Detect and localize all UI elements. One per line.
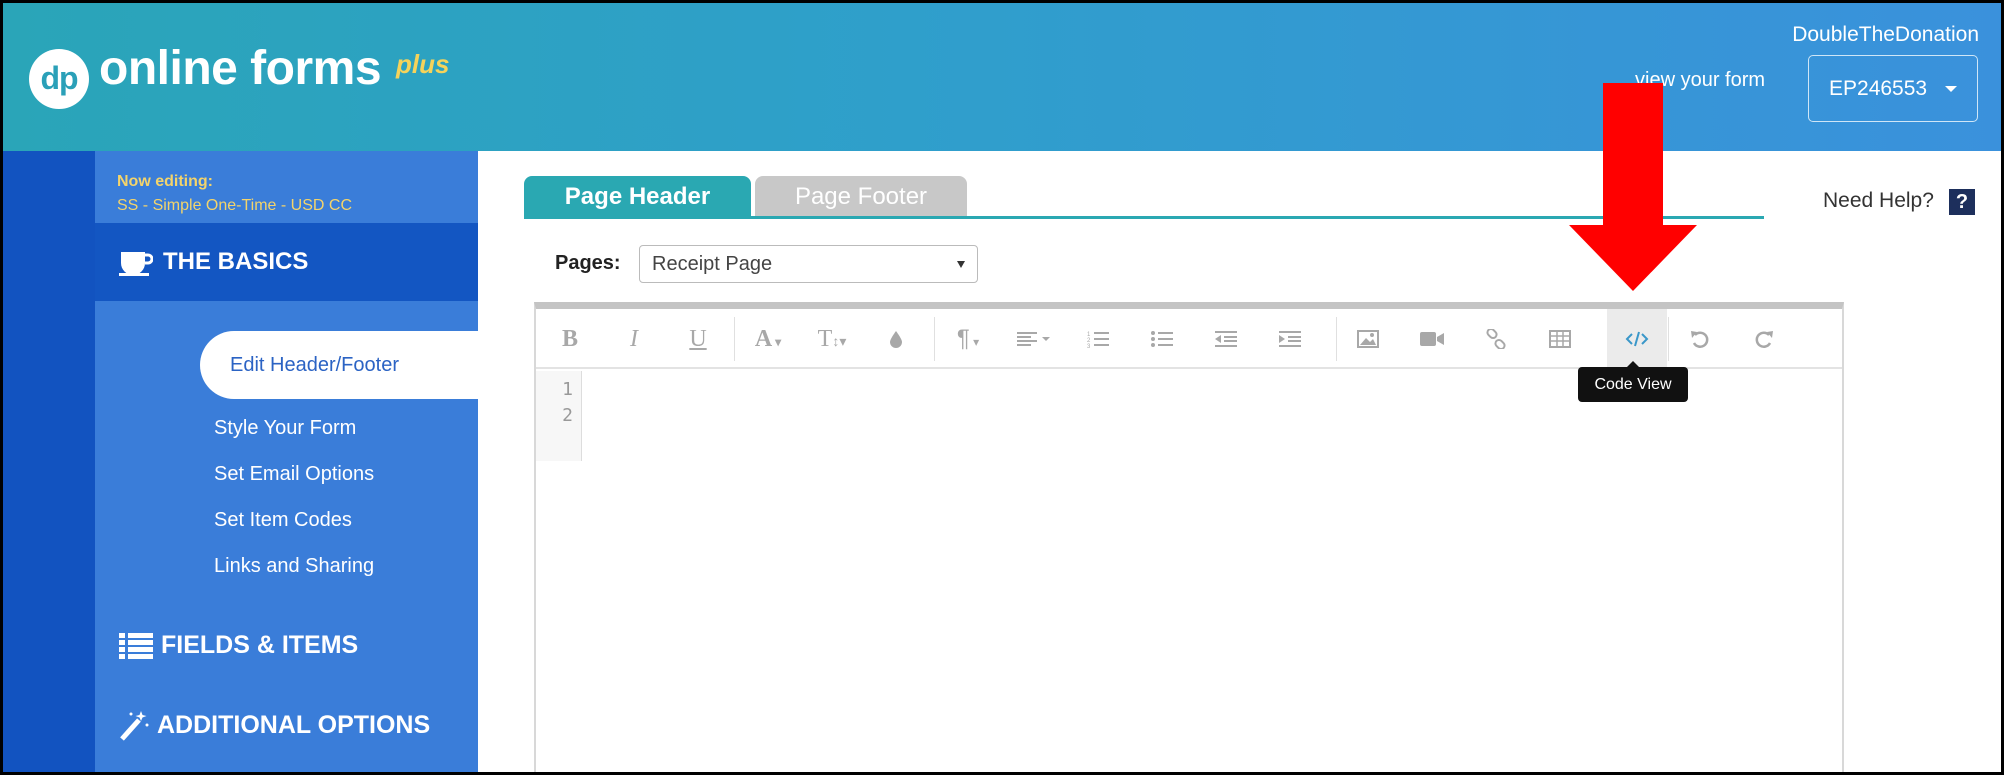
caret-down-icon xyxy=(957,261,965,268)
undo-icon[interactable] xyxy=(1670,309,1730,369)
tab-page-header[interactable]: Page Header xyxy=(524,176,751,218)
video-icon[interactable] xyxy=(1402,309,1462,369)
underline-icon[interactable]: U xyxy=(668,309,728,369)
line-number-gutter: 1 2 xyxy=(536,371,582,461)
editing-form-name: SS - Simple One-Time - USD CC xyxy=(117,197,352,214)
additional-options-label: ADDITIONAL OPTIONS xyxy=(157,710,431,739)
table-icon[interactable] xyxy=(1530,309,1590,369)
screenshot-frame: dp online forms plus DoubleTheDonation v… xyxy=(0,0,2004,775)
line-number: 1 xyxy=(562,379,573,400)
pages-selected-value: Receipt Page xyxy=(652,253,773,275)
paragraph-glyph: ¶ xyxy=(956,325,970,352)
italic-icon[interactable]: I xyxy=(604,309,664,369)
outdent-icon[interactable] xyxy=(1196,309,1256,369)
toolbar-separator xyxy=(934,317,935,361)
editor-toolbar: B I U A ▾ T↕▾ ¶ ▾ 123 xyxy=(536,309,1842,369)
indent-icon[interactable] xyxy=(1260,309,1320,369)
ordered-list-icon[interactable]: 123 xyxy=(1068,309,1128,369)
section-additional-options[interactable]: ADDITIONAL OPTIONS xyxy=(119,709,430,741)
bold-icon[interactable]: B xyxy=(540,309,600,369)
line-number: 2 xyxy=(562,405,573,426)
code-view-icon[interactable] xyxy=(1607,309,1667,369)
section-fields-and-items[interactable]: FIELDS & ITEMS xyxy=(119,631,358,660)
tab-page-footer[interactable]: Page Footer xyxy=(755,176,967,218)
font-size-icon[interactable]: T↕▾ xyxy=(802,309,862,369)
fields-items-label: FIELDS & ITEMS xyxy=(161,631,359,659)
logo-mark[interactable]: dp xyxy=(29,49,89,109)
font-family-glyph: A xyxy=(754,326,773,352)
need-help-label[interactable]: Need Help? xyxy=(1823,189,1934,213)
align-icon[interactable] xyxy=(1004,309,1064,369)
sidebar-outer-strip xyxy=(3,151,95,772)
sidebar-item-set-email-options[interactable]: Set Email Options xyxy=(214,463,374,486)
logo-plus-suffix: plus xyxy=(396,49,450,79)
caret-down-icon xyxy=(1945,86,1957,92)
redo-icon[interactable] xyxy=(1734,309,1794,369)
unordered-list-icon[interactable] xyxy=(1132,309,1192,369)
toolbar-separator xyxy=(1668,317,1669,361)
code-view-tooltip: Code View xyxy=(1578,361,1688,402)
sidebar-item-set-item-codes[interactable]: Set Item Codes xyxy=(214,509,352,532)
paragraph-icon[interactable]: ¶ ▾ xyxy=(938,309,998,369)
svg-text:3: 3 xyxy=(1087,344,1091,348)
pages-label: Pages: xyxy=(555,252,621,274)
magic-wand-icon xyxy=(120,711,149,741)
the-basics-label[interactable]: THE BASICS xyxy=(163,248,308,276)
annotation-arrow-icon xyxy=(1569,83,1697,291)
image-icon[interactable] xyxy=(1338,309,1398,369)
sidebar-item-style-your-form[interactable]: Style Your Form xyxy=(214,417,356,440)
color-icon[interactable] xyxy=(866,309,926,369)
now-editing-label: Now editing: xyxy=(117,173,213,190)
toolbar-separator xyxy=(734,317,735,361)
list-icon xyxy=(119,632,153,659)
sidebar-item-links-and-sharing[interactable]: Links and Sharing xyxy=(214,555,374,578)
organization-name: DoubleTheDonation xyxy=(1792,23,1979,46)
top-header: dp online forms plus DoubleTheDonation v… xyxy=(3,3,2001,151)
form-selector-dropdown[interactable]: EP246553 xyxy=(1808,55,1978,122)
sidebar-item-edit-header-footer[interactable]: Edit Header/Footer xyxy=(200,331,478,399)
help-question-icon[interactable]: ? xyxy=(1949,189,1975,215)
pages-select[interactable]: Receipt Page xyxy=(639,245,978,283)
toolbar-separator xyxy=(1336,317,1337,361)
coffee-cup-icon xyxy=(119,252,153,276)
logo-text[interactable]: online forms xyxy=(99,41,382,96)
form-id-label: EP246553 xyxy=(1829,77,1928,100)
font-size-glyph: T xyxy=(817,326,833,352)
font-family-icon[interactable]: A ▾ xyxy=(738,309,798,369)
link-icon[interactable] xyxy=(1466,309,1526,369)
